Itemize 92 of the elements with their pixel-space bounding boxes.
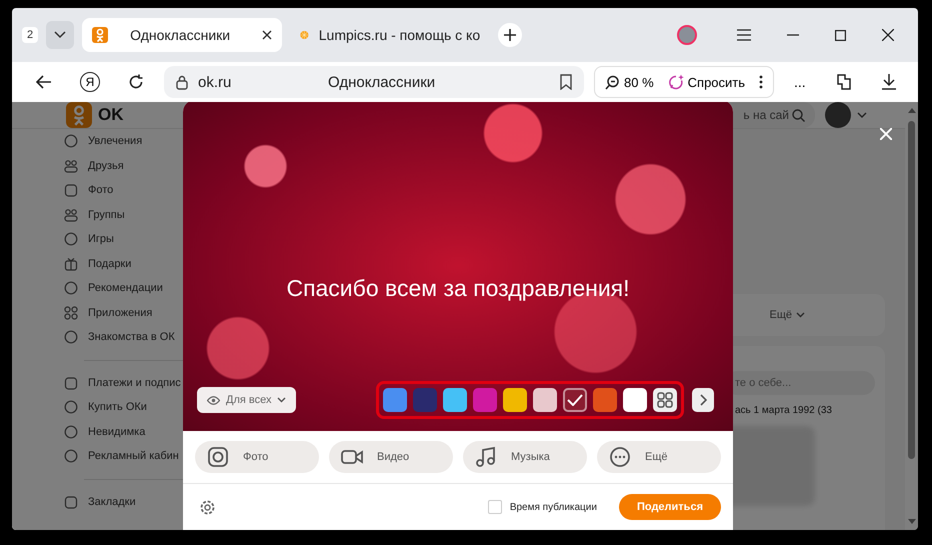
sparkle-chat-icon: [668, 74, 684, 90]
more-vertical-icon[interactable]: [759, 75, 764, 89]
chevron-down-icon: [277, 397, 286, 403]
bookmark-icon[interactable]: [560, 74, 572, 90]
yandex-button[interactable]: Я: [80, 72, 100, 92]
sidebar-item[interactable]: Подарки: [64, 252, 202, 276]
chevron-down-icon: [54, 31, 66, 39]
search-icon: [792, 108, 805, 122]
audience-dropdown[interactable]: Для всех: [197, 387, 296, 413]
extensions-icon[interactable]: [836, 73, 852, 91]
circle-icon: [64, 449, 78, 464]
logo-text: OK: [98, 105, 124, 125]
background-swatch[interactable]: [623, 388, 648, 412]
chevron-down-icon[interactable]: [857, 112, 867, 118]
grid-icon: [657, 392, 674, 408]
zoom-button[interactable]: 80 %: [605, 74, 654, 90]
reload-icon[interactable]: [128, 74, 144, 90]
sidebar-item[interactable]: Игры: [64, 227, 202, 252]
music-note-icon: [475, 446, 497, 468]
people-icon: [64, 158, 78, 173]
square-icon: [64, 183, 78, 198]
tab-list-button[interactable]: [46, 21, 74, 49]
sidebar-item[interactable]: Приложения: [64, 300, 202, 325]
back-arrow-icon[interactable]: [36, 75, 52, 89]
background-swatch[interactable]: [563, 388, 588, 412]
circle-icon: [64, 232, 78, 246]
attach-button[interactable]: Музыка: [463, 441, 587, 473]
schedule-checkbox[interactable]: [488, 500, 502, 514]
sidebar-item[interactable]: Закладки: [64, 490, 202, 514]
circle-icon: [64, 330, 78, 344]
ok-logo-icon: [92, 27, 108, 43]
background-swatch[interactable]: [593, 388, 618, 412]
next-button[interactable]: [692, 388, 714, 412]
check-icon: [567, 394, 584, 406]
close-icon[interactable]: [262, 30, 272, 40]
eye-icon: [207, 396, 220, 404]
background-swatch[interactable]: [383, 388, 408, 412]
minimize-icon[interactable]: [787, 34, 799, 36]
more-icon: [609, 446, 631, 468]
share-button[interactable]: Поделиться: [618, 494, 721, 520]
attach-button[interactable]: Фото: [195, 441, 319, 473]
ask-button[interactable]: Спросить: [668, 74, 746, 90]
address-bar[interactable]: ok.ru Одноклассники: [164, 66, 584, 98]
grid-icon: [64, 306, 78, 320]
scroll-down-icon[interactable]: [908, 519, 916, 524]
user-avatar[interactable]: [825, 102, 851, 128]
attach-button[interactable]: Видео: [329, 441, 453, 473]
square-icon: [64, 376, 78, 390]
new-tab-button[interactable]: [498, 23, 522, 47]
page-title: Одноклассники: [328, 74, 436, 90]
sidebar-item[interactable]: Группы: [64, 202, 202, 227]
circle-icon: [64, 134, 78, 148]
sidebar-item[interactable]: Фото: [64, 178, 202, 202]
close-icon[interactable]: [882, 29, 894, 41]
sidebar-item[interactable]: Невидимка: [64, 420, 202, 444]
settings-icon[interactable]: [199, 498, 216, 516]
scroll-up-icon[interactable]: [908, 108, 916, 113]
lock-icon: [176, 74, 188, 90]
more-button[interactable]: ...: [794, 74, 806, 90]
download-icon[interactable]: [882, 74, 896, 90]
url-text: ok.ru: [198, 74, 232, 90]
browser-tab[interactable]: Lumpics.ru - помощь с ко: [290, 18, 490, 52]
all-backgrounds-button[interactable]: [653, 388, 678, 412]
background-swatch[interactable]: [473, 388, 498, 412]
circle-icon: [64, 424, 78, 439]
more-link[interactable]: Ещё: [769, 309, 792, 321]
square-icon: [64, 494, 78, 509]
background-swatch[interactable]: [443, 388, 468, 412]
gift-icon: [64, 256, 78, 271]
background-swatch[interactable]: [533, 388, 558, 412]
sidebar-item[interactable]: Увлечения: [64, 129, 202, 154]
birthday-text: ась 1 марта 1992 (33: [735, 405, 833, 416]
checkbox-label: Время публикации: [510, 502, 597, 512]
background-swatch[interactable]: [503, 388, 528, 412]
scrollbar[interactable]: [905, 102, 918, 530]
attach-button[interactable]: Ещё: [597, 441, 721, 473]
chevron-right-icon: [700, 394, 707, 406]
profile-avatar[interactable]: [677, 25, 697, 45]
chevron-down-icon[interactable]: [796, 312, 805, 318]
circle-icon: [64, 400, 78, 414]
people-icon: [64, 208, 78, 222]
plus-icon: [504, 29, 516, 41]
background-swatch[interactable]: [413, 388, 438, 412]
menu-icon[interactable]: [737, 29, 751, 41]
browser-tab[interactable]: Одноклассники: [82, 18, 282, 52]
sidebar-item[interactable]: Друзья: [64, 154, 202, 178]
zoom-out-icon: [605, 74, 620, 90]
tab-count[interactable]: 2: [22, 27, 38, 43]
maximize-icon[interactable]: [835, 30, 846, 40]
sidebar-item[interactable]: Знакомства в ОК: [64, 325, 202, 350]
circle-icon: [64, 281, 78, 296]
camera-icon: [207, 446, 229, 468]
